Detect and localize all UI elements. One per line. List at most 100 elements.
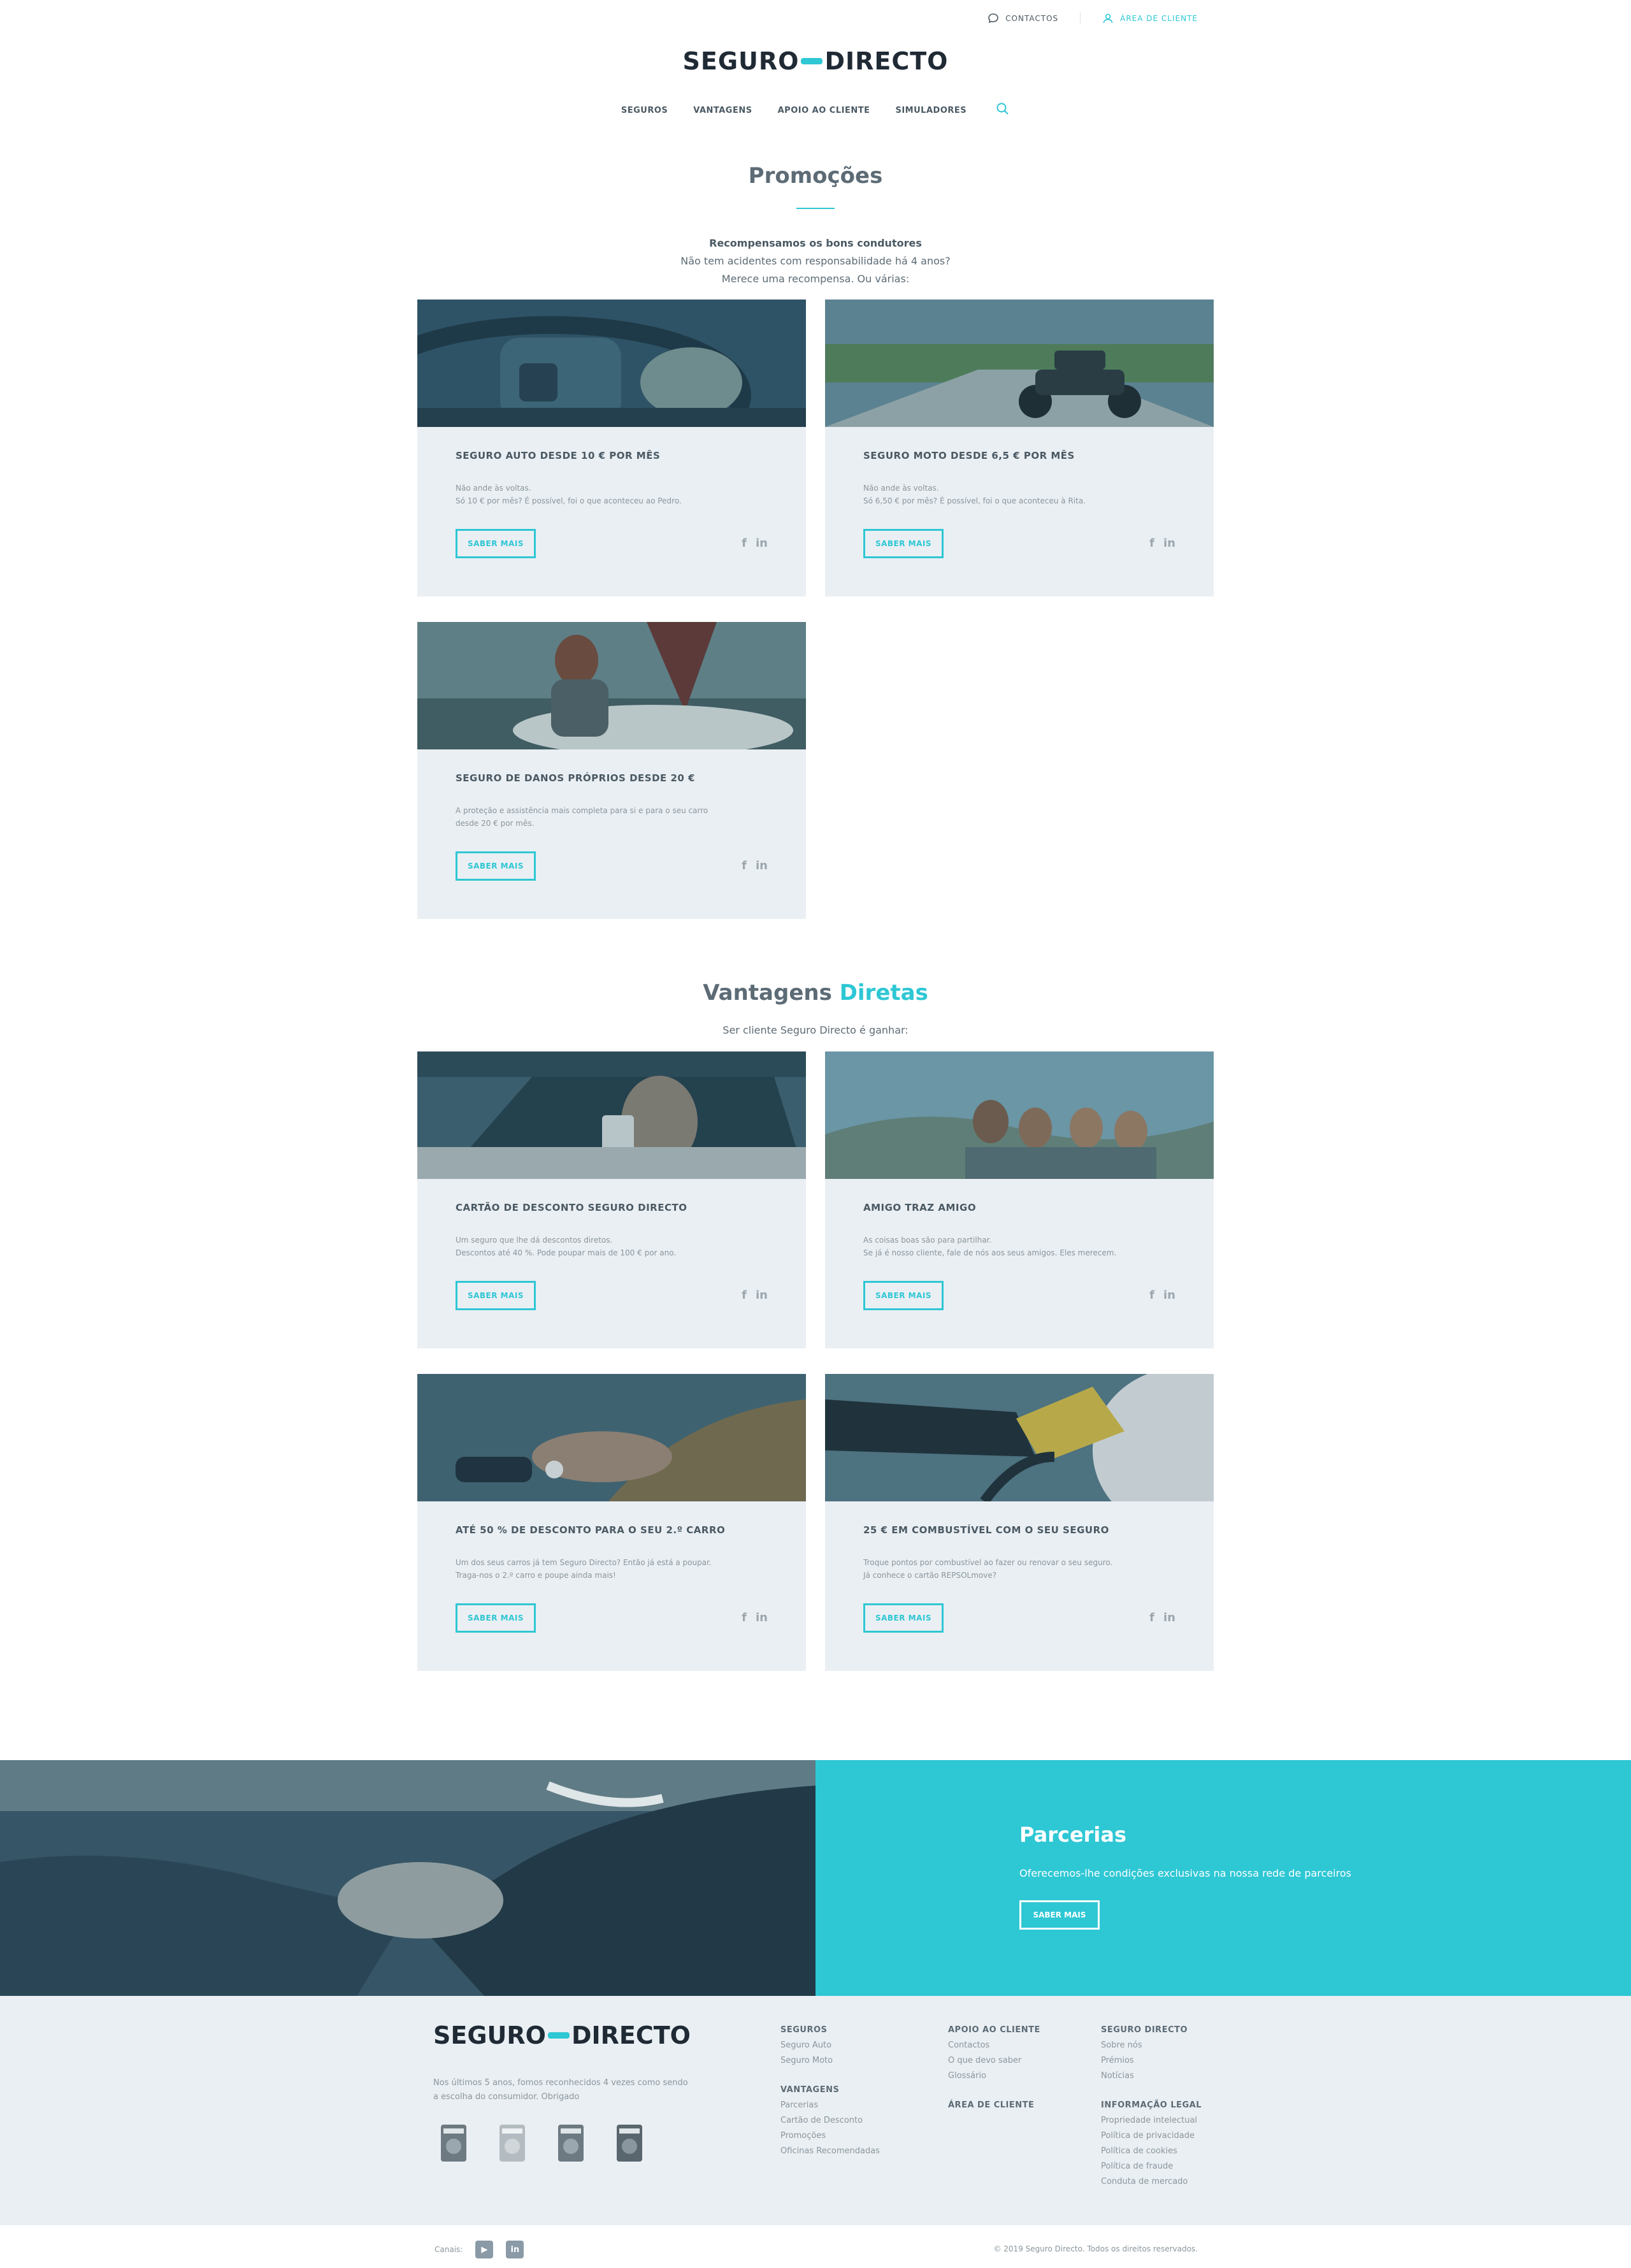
youtube-icon[interactable]: ▶ (475, 2241, 494, 2258)
saber-mais-button[interactable]: SABER MAIS (456, 851, 536, 881)
footer-link[interactable]: Parcerias (780, 2098, 880, 2113)
nav-item-vantagens[interactable]: VANTAGENS (693, 103, 752, 118)
footer: SEGURO DIRECTO Nos últimos 5 anos, fomos… (0, 1996, 1631, 2225)
footer-heading[interactable]: APOIO AO CLIENTE (948, 2023, 1040, 2038)
copyright: © 2019 Seguro Directo. Todos os direitos… (993, 2244, 1198, 2253)
card-text-line: Já conhece o cartão REPSOLmove? (863, 1571, 997, 1580)
linkedin-icon[interactable]: in (506, 2241, 524, 2258)
card-text-line: Traga-nos o 2.º carro e poupe ainda mais… (456, 1571, 616, 1580)
card-text: Troque pontos por combustível ao fazer o… (863, 1556, 1137, 1582)
linkedin-icon[interactable]: in (756, 1611, 768, 1624)
footer-link[interactable]: Política de privacidade (1101, 2128, 1202, 2144)
parcerias-banner: Parcerias Oferecemos-lhe condições exclu… (0, 1760, 1631, 1996)
saber-mais-button[interactable]: SABER MAIS (863, 529, 944, 558)
footer-link[interactable]: Propriedade intelectual (1101, 2113, 1202, 2128)
card-text-line: Descontos até 40 %. Pode poupar mais de … (456, 1248, 677, 1257)
channels: Canais: ▶ in (435, 2241, 524, 2258)
card-text-line: Só 6,50 € por mês? É possível, foi o que… (863, 496, 1086, 505)
footer-link[interactable]: Seguro Auto (780, 2038, 880, 2053)
footer-heading[interactable]: ÁREA DE CLIENTE (948, 2098, 1040, 2113)
footer-link[interactable]: Conduta de mercado (1101, 2174, 1202, 2190)
footer-link[interactable]: Notícias (1101, 2069, 1202, 2084)
share-icons: f in (1149, 1611, 1175, 1624)
facebook-icon[interactable]: f (742, 859, 747, 872)
parcerias-saber-mais-button[interactable]: SABER MAIS (1019, 1900, 1100, 1930)
linkedin-icon[interactable]: in (756, 859, 768, 872)
footer-link[interactable]: Cartão de Desconto (780, 2113, 880, 2128)
card-text: Não ande às voltas. Só 10 € por mês? É p… (456, 482, 729, 507)
footer-logo[interactable]: SEGURO DIRECTO (433, 2021, 691, 2049)
share-icons: f in (742, 859, 768, 872)
card-title: SEGURO AUTO DESDE 10 € POR MÊS (456, 450, 661, 461)
card-text-line: Troque pontos por combustível ao fazer o… (863, 1558, 1113, 1567)
share-icons: f in (1149, 537, 1175, 550)
client-area-link[interactable]: ÁREA DE CLIENTE (1080, 13, 1198, 24)
card-text-line: Um seguro que lhe dá descontos diretos. (456, 1236, 613, 1245)
facebook-icon[interactable]: f (742, 1611, 747, 1624)
search-icon[interactable] (992, 102, 1010, 119)
footer-heading[interactable]: VANTAGENS (780, 2083, 880, 2098)
footer-heading[interactable]: INFORMAÇÃO LEGAL (1101, 2098, 1202, 2113)
facebook-icon[interactable]: f (742, 537, 747, 550)
contacts-link[interactable]: CONTACTOS (988, 13, 1058, 24)
card-title: 25 € EM COMBUSTÍVEL COM O SEU SEGURO (863, 1524, 1109, 1536)
footer-heading[interactable]: SEGUROS (780, 2023, 880, 2038)
vantagens-title: Vantagens Diretas (0, 980, 1631, 1006)
facebook-icon[interactable]: f (742, 1289, 747, 1302)
facebook-icon[interactable]: f (1149, 537, 1154, 550)
card-text-line: A proteção e assistência mais completa p… (456, 806, 708, 815)
linkedin-icon[interactable]: in (1163, 537, 1175, 550)
nav-item-seguros[interactable]: SEGUROS (621, 103, 668, 118)
footer-link[interactable]: Glossário (948, 2069, 1040, 2084)
vantagens-title-main: Vantagens (703, 980, 832, 1006)
card-text-line: Um dos seus carros já tem Seguro Directo… (456, 1558, 712, 1567)
nav-item-simuladores[interactable]: SIMULADORES (895, 103, 966, 118)
promo-card-auto: SEGURO AUTO DESDE 10 € POR MÊS Não ande … (417, 300, 806, 596)
bottom-bar: Canais: ▶ in © 2019 Seguro Directo. Todo… (0, 2225, 1631, 2268)
award-badge-icon (617, 2125, 642, 2162)
nav-item-apoio[interactable]: APOIO AO CLIENTE (778, 103, 870, 118)
share-icons: f in (742, 1289, 768, 1302)
footer-col-seguros: SEGUROS Seguro Auto Seguro Moto VANTAGEN… (780, 2023, 880, 2159)
facebook-icon[interactable]: f (1149, 1289, 1154, 1302)
card-text: A proteção e assistência mais completa p… (456, 804, 729, 830)
intro-line2: Não tem acidentes com responsabilidade h… (680, 255, 951, 267)
saber-mais-button[interactable]: SABER MAIS (863, 1603, 944, 1633)
card-title: SEGURO DE DANOS PRÓPRIOS DESDE 20 € (456, 772, 696, 784)
title-divider (796, 208, 835, 209)
footer-link[interactable]: Prémios (1101, 2053, 1202, 2069)
promo-card-moto: SEGURO MOTO DESDE 6,5 € POR MÊS Não ande… (825, 300, 1214, 596)
footer-link[interactable]: Sobre nós (1101, 2038, 1202, 2053)
footer-link[interactable]: Oficinas Recomendadas (780, 2144, 880, 2159)
logo-left: SEGURO (433, 2021, 546, 2049)
linkedin-icon[interactable]: in (756, 537, 768, 550)
saber-mais-button[interactable]: SABER MAIS (863, 1281, 944, 1310)
footer-link[interactable]: Política de cookies (1101, 2144, 1202, 2159)
linkedin-icon[interactable]: in (1163, 1289, 1175, 1302)
card-title: ATÉ 50 % DE DESCONTO PARA O SEU 2.º CARR… (456, 1524, 726, 1536)
card-photo (417, 1374, 806, 1501)
footer-link[interactable]: Contactos (948, 2038, 1040, 2053)
saber-mais-button[interactable]: SABER MAIS (456, 529, 536, 558)
card-photo (825, 1051, 1214, 1179)
logo-dash (801, 58, 823, 64)
logo-right: DIRECTO (824, 47, 949, 75)
footer-link[interactable]: Política de fraude (1101, 2159, 1202, 2174)
facebook-icon[interactable]: f (1149, 1611, 1154, 1624)
linkedin-icon[interactable]: in (756, 1289, 768, 1302)
share-icons: f in (1149, 1289, 1175, 1302)
linkedin-icon[interactable]: in (1163, 1611, 1175, 1624)
footer-link[interactable]: Seguro Moto (780, 2053, 880, 2069)
vantagens-subtitle: Ser cliente Seguro Directo é ganhar: (722, 1024, 909, 1036)
saber-mais-button[interactable]: SABER MAIS (456, 1281, 536, 1310)
vantagem-card-cartao: CARTÃO DE DESCONTO SEGURO DIRECTO Um seg… (417, 1051, 806, 1348)
card-title: CARTÃO DE DESCONTO SEGURO DIRECTO (456, 1202, 687, 1213)
footer-link[interactable]: Promoções (780, 2128, 880, 2144)
contacts-label: CONTACTOS (1005, 14, 1059, 23)
site-logo[interactable]: SEGURO DIRECTO (0, 47, 1631, 75)
footer-heading[interactable]: SEGURO DIRECTO (1101, 2023, 1202, 2038)
footer-link[interactable]: O que devo saber (948, 2053, 1040, 2069)
saber-mais-button[interactable]: SABER MAIS (456, 1603, 536, 1633)
promo-card-danos: SEGURO DE DANOS PRÓPRIOS DESDE 20 € A pr… (417, 622, 806, 919)
user-icon (1102, 13, 1114, 24)
